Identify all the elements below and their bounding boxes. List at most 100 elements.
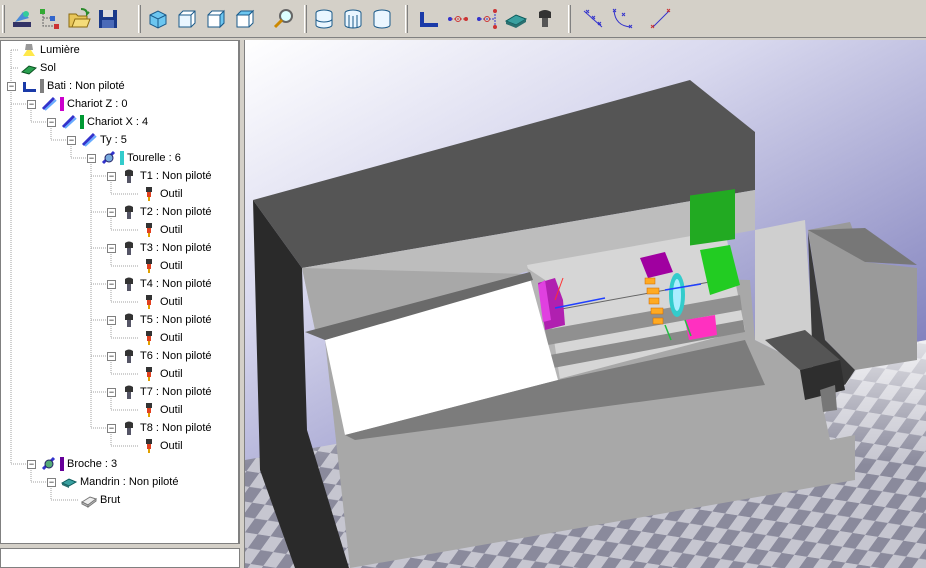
- arc-path-icon[interactable]: [609, 6, 635, 32]
- collapse-toggle[interactable]: −: [107, 172, 116, 181]
- collapse-toggle[interactable]: −: [7, 82, 16, 91]
- collapse-toggle[interactable]: −: [67, 136, 76, 145]
- tree-node[interactable]: Outil: [1, 186, 237, 202]
- add-node-icon[interactable]: [37, 6, 63, 32]
- save-icon[interactable]: [95, 6, 121, 32]
- toolbar-grip[interactable]: [405, 5, 408, 33]
- tree-node[interactable]: Sol: [1, 60, 237, 76]
- collapse-toggle[interactable]: −: [47, 478, 56, 487]
- tree-node[interactable]: − Chariot Z : 0: [1, 96, 237, 112]
- tool-icon: [141, 438, 157, 454]
- tree-node-label: Lumière: [40, 44, 80, 56]
- tree-node[interactable]: − T8 : Non piloté: [1, 420, 237, 436]
- collapse-toggle[interactable]: −: [107, 316, 116, 325]
- collapse-toggle[interactable]: −: [107, 244, 116, 253]
- node-color-swatch: [60, 457, 64, 471]
- toolbar-grip[interactable]: [568, 5, 571, 33]
- tree-node[interactable]: Outil: [1, 330, 237, 346]
- tree-node-label: T6 : Non piloté: [140, 350, 212, 362]
- collapse-toggle[interactable]: −: [47, 118, 56, 127]
- tree-node[interactable]: Outil: [1, 258, 237, 274]
- tool-icon: [141, 294, 157, 310]
- cylinder-icon[interactable]: [311, 6, 337, 32]
- tree-node-label: Chariot X : 4: [87, 116, 149, 128]
- tree-node-label: Brut: [100, 494, 121, 506]
- cylinder-plain-icon[interactable]: [369, 6, 395, 32]
- tool-icon[interactable]: [532, 6, 558, 32]
- tree-node[interactable]: − T2 : Non piloté: [1, 204, 237, 220]
- tree-node[interactable]: − T7 : Non piloté: [1, 384, 237, 400]
- view-side-icon[interactable]: [203, 6, 229, 32]
- tool-icon: [141, 402, 157, 418]
- slide-icon: [61, 114, 77, 130]
- slide-icon: [81, 132, 97, 148]
- tool-icon: [141, 258, 157, 274]
- tool-icon: [141, 222, 157, 238]
- tree-node-label: Outil: [160, 332, 183, 344]
- tree-node[interactable]: − Broche : 3: [1, 456, 237, 472]
- tree-node[interactable]: − Bati : Non piloté: [1, 78, 237, 94]
- tool-icon: [141, 366, 157, 382]
- tree-node-label: Broche : 3: [67, 458, 118, 470]
- zoom-icon[interactable]: [271, 6, 297, 32]
- tree-node[interactable]: Outil: [1, 294, 237, 310]
- tree-node[interactable]: − T4 : Non piloté: [1, 276, 237, 292]
- toolbar-grip[interactable]: [304, 5, 307, 33]
- line-path-icon[interactable]: [648, 6, 674, 32]
- tree-node[interactable]: − Ty : 5: [1, 132, 237, 148]
- toolbar-grip[interactable]: [138, 5, 141, 33]
- cylinder-grid-icon[interactable]: [340, 6, 366, 32]
- turret-icon: [101, 150, 117, 166]
- chuck-icon[interactable]: [503, 6, 529, 32]
- tree-node-label: T7 : Non piloté: [140, 386, 212, 398]
- tree-node[interactable]: − T6 : Non piloté: [1, 348, 237, 364]
- axis-link-icon[interactable]: [445, 6, 471, 32]
- collapse-toggle[interactable]: −: [107, 424, 116, 433]
- collapse-toggle[interactable]: −: [107, 208, 116, 217]
- axis-tree-icon[interactable]: [474, 6, 500, 32]
- tool-holder-icon: [121, 204, 137, 220]
- tree-node[interactable]: − Chariot X : 4: [1, 114, 237, 130]
- node-color-swatch: [120, 151, 124, 165]
- collapse-toggle[interactable]: −: [87, 154, 96, 163]
- tree-node[interactable]: Outil: [1, 366, 237, 382]
- floor-icon: [21, 60, 37, 76]
- tree-node[interactable]: Brut: [1, 492, 237, 508]
- scene-tree-panel[interactable]: Lumière Sol − Bati : Non piloté − Chariot Z :…: [0, 40, 240, 544]
- path-points-icon[interactable]: [580, 6, 606, 32]
- slide-icon: [41, 96, 57, 112]
- tool-holder-icon: [121, 312, 137, 328]
- collapse-toggle[interactable]: −: [107, 280, 116, 289]
- collapse-toggle[interactable]: −: [27, 100, 36, 109]
- tree-node[interactable]: − T5 : Non piloté: [1, 312, 237, 328]
- collapse-toggle[interactable]: −: [107, 388, 116, 397]
- tree-node-label: Tourelle : 6: [127, 152, 181, 164]
- view-top-icon[interactable]: [232, 6, 258, 32]
- tool-icon: [141, 186, 157, 202]
- toolbar-grip[interactable]: [2, 5, 5, 33]
- machine-frame-icon[interactable]: [416, 6, 442, 32]
- tree-node[interactable]: Outil: [1, 402, 237, 418]
- tree-node[interactable]: Outil: [1, 222, 237, 238]
- tree-node[interactable]: − Tourelle : 6: [1, 150, 237, 166]
- tool-holder-icon: [121, 384, 137, 400]
- tree-node[interactable]: − T1 : Non piloté: [1, 168, 237, 184]
- tree-node-label: Mandrin : Non piloté: [80, 476, 179, 488]
- tree-node[interactable]: Lumière: [1, 42, 237, 58]
- tree-node[interactable]: − T3 : Non piloté: [1, 240, 237, 256]
- new-scene-icon[interactable]: [9, 6, 35, 32]
- tree-node-label: T2 : Non piloté: [140, 206, 212, 218]
- collapse-toggle[interactable]: −: [27, 460, 36, 469]
- tree-node[interactable]: − Mandrin : Non piloté: [1, 474, 237, 490]
- status-panel: [0, 548, 240, 568]
- collapse-toggle[interactable]: −: [107, 352, 116, 361]
- 3d-viewport[interactable]: [244, 40, 926, 568]
- tree-node-label: Outil: [160, 224, 183, 236]
- open-folder-icon[interactable]: [66, 6, 92, 32]
- tree-node-label: Sol: [40, 62, 56, 74]
- view-front-icon[interactable]: [174, 6, 200, 32]
- tree-node-label: Outil: [160, 368, 183, 380]
- view-iso-icon[interactable]: [145, 6, 171, 32]
- tree-node-label: T5 : Non piloté: [140, 314, 212, 326]
- tree-node[interactable]: Outil: [1, 438, 237, 454]
